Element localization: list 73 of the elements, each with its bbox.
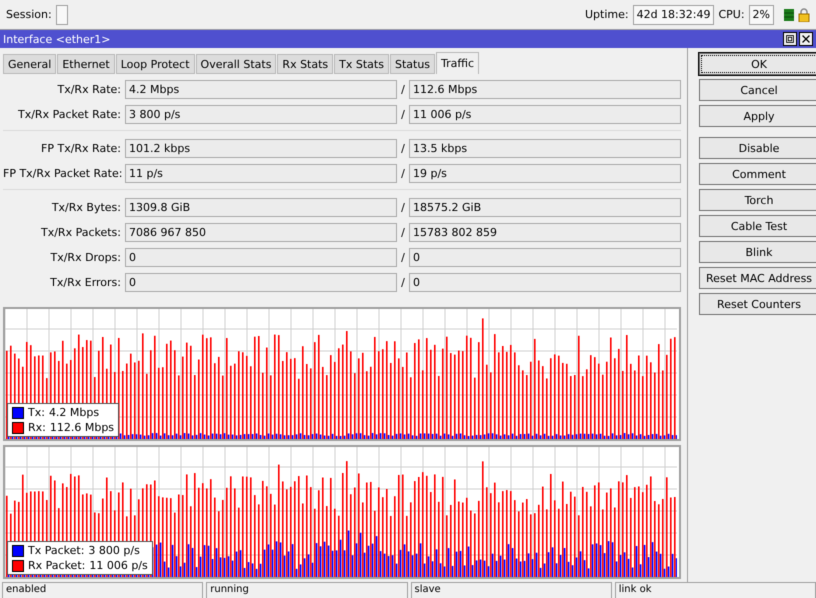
separator-text: /	[400, 250, 406, 264]
legend-value: 112.6 Mbps	[50, 421, 114, 434]
tab[interactable]: Status	[390, 54, 436, 74]
field-label: Tx/Rx Drops:	[50, 250, 122, 264]
rx-value-field: 18575.2 GiB	[409, 198, 681, 216]
field-label: Tx/Rx Packet Rate:	[17, 108, 122, 120]
legend-label: Rx Packet:	[28, 559, 86, 572]
tab[interactable]: Tx Stats	[334, 54, 389, 74]
status-indicator-icon	[784, 8, 794, 20]
legend-value: 11 006 p/s	[89, 559, 148, 572]
rx-value-field: 19 p/s	[409, 164, 681, 182]
dialog-button[interactable]: Torch	[699, 189, 816, 211]
separator-text: /	[400, 226, 406, 238]
dialog-button[interactable]: Comment	[699, 163, 816, 185]
legend-value: 3 800 p/s	[88, 544, 140, 557]
dialog-button[interactable]: Cancel	[699, 79, 816, 101]
tx-value-field: 0	[125, 248, 397, 266]
cpu-value: 2%	[748, 4, 774, 24]
dialog-button[interactable]: Disable	[699, 137, 816, 159]
rx-value-field: 0	[409, 248, 681, 266]
separator-text: /	[400, 166, 406, 180]
separator-text: /	[400, 276, 406, 288]
status-text: link ok	[614, 582, 816, 598]
legend-value: 4.2 Mbps	[48, 406, 100, 419]
tab[interactable]: Loop Protect	[116, 54, 195, 74]
tx-value-field: 3 800 p/s	[125, 104, 397, 124]
tx-value-field: 1309.8 GiB	[125, 198, 397, 216]
separator-text: /	[400, 142, 406, 154]
rx-value-field: 0	[409, 272, 681, 292]
cpu-label: CPU:	[718, 8, 745, 21]
field-label: FP Tx/Rx Rate:	[40, 142, 122, 154]
separator-text: /	[400, 82, 406, 96]
rx-value-field: 11 006 p/s	[409, 104, 681, 124]
tx-value-field: 101.2 kbps	[125, 138, 397, 158]
field-label: Tx/Rx Bytes:	[50, 200, 122, 214]
uptime-value: 42d 18:32:49	[632, 4, 714, 24]
dialog-button[interactable]: Blink	[699, 241, 816, 263]
status-text: running	[206, 582, 408, 598]
tab[interactable]: Overall Stats	[196, 54, 276, 74]
close-icon[interactable]	[799, 32, 813, 46]
legend-label: Rx:	[28, 421, 46, 434]
field-label: Tx/Rx Errors:	[49, 276, 122, 288]
legend-label: Tx:	[28, 406, 45, 419]
rx-value-field: 13.5 kbps	[409, 138, 681, 158]
field-label: Tx/Rx Packets:	[40, 226, 122, 238]
status-text: enabled	[2, 582, 204, 598]
tx-value-field: 7086 967 850	[125, 222, 397, 242]
tab[interactable]: Ethernet	[57, 54, 115, 74]
dialog-button[interactable]: Cable Test	[699, 215, 816, 237]
dialog-button[interactable]: OK	[699, 53, 816, 75]
rx-value-field: 15783 802 859	[409, 222, 681, 242]
lock-icon[interactable]	[798, 8, 810, 22]
restore-icon[interactable]	[783, 32, 797, 46]
dialog-button[interactable]: Reset MAC Address	[699, 267, 816, 289]
separator-text: /	[400, 200, 406, 214]
field-label: FP Tx/Rx Packet Rate:	[3, 166, 124, 180]
rx-value-field: 112.6 Mbps	[409, 80, 681, 98]
session-label: Session:	[6, 8, 52, 21]
dialog-button[interactable]: Apply	[699, 105, 816, 127]
tx-value-field: 4.2 Mbps	[125, 80, 397, 98]
tab[interactable]: General	[3, 54, 56, 74]
dialog-button[interactable]: Reset Counters	[699, 293, 816, 315]
tx-value-field: 0	[125, 272, 397, 292]
status-text: slave	[410, 582, 612, 598]
session-field[interactable]	[56, 4, 68, 24]
legend-label: Tx Packet:	[28, 544, 84, 557]
tx-value-field: 11 p/s	[125, 164, 397, 182]
separator-text: /	[400, 108, 406, 120]
tab[interactable]: Rx Stats	[277, 54, 334, 74]
tab[interactable]: Traffic	[436, 52, 480, 74]
window-title: Interface <ether1>	[3, 32, 111, 46]
uptime-label: Uptime:	[584, 8, 629, 21]
field-label: Tx/Rx Rate:	[56, 82, 122, 96]
